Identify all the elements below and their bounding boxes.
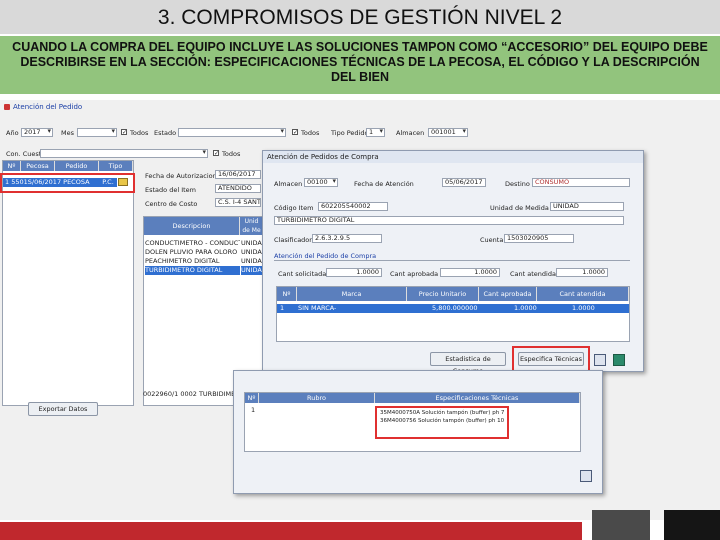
bottom-code: 0022960/1 0002 TURBIDIMETRO bbox=[143, 390, 243, 398]
list-item-unit: UNIDAD bbox=[241, 248, 263, 256]
todos-mes-checkbox[interactable]: ✓ bbox=[121, 129, 127, 136]
con-cuest-select[interactable] bbox=[40, 149, 208, 158]
mes-label: Mes bbox=[61, 129, 74, 137]
highlight-pedido-row bbox=[0, 173, 135, 193]
clasificador-field[interactable]: 2.6.3.2.9.5 bbox=[312, 234, 382, 243]
exit-icon[interactable] bbox=[613, 354, 625, 366]
centro-costo-field[interactable]: C.S. I-4 SANTA bbox=[215, 198, 261, 207]
almacen-label: Almacen bbox=[396, 129, 425, 137]
mes-select[interactable] bbox=[77, 128, 117, 137]
slide-title: 3. COMPROMISOS DE GESTIÓN NIVEL 2 bbox=[0, 0, 720, 34]
window-title-text: Atención del Pedido bbox=[13, 103, 83, 111]
todos-mes-label: Todos bbox=[130, 129, 149, 137]
todos-estado-label: Todos bbox=[301, 129, 320, 137]
almacen-label: Almacen bbox=[274, 180, 303, 188]
grid-header-pecosa[interactable]: Pecosa bbox=[21, 161, 55, 171]
estadistica-consumo-button[interactable]: Estadistica de Consumo bbox=[430, 352, 506, 375]
window-title: Atención del Pedido bbox=[0, 102, 720, 113]
tipo-pedido-label: Tipo Pedido bbox=[331, 129, 369, 137]
items-header-unit[interactable]: Unid de Me bbox=[240, 217, 264, 235]
list-item-unit: UNIDAD bbox=[241, 239, 263, 247]
cant-solicitada-label: Cant solicitada bbox=[278, 270, 327, 278]
slide-subtitle: CUANDO LA COMPRA DEL EQUIPO INCLUYE LAS … bbox=[0, 36, 720, 94]
anio-label: Año bbox=[6, 129, 19, 137]
fecha-autorizacion-label: Fecha de Autorizacion bbox=[145, 172, 217, 180]
spec-row-num: 1 bbox=[251, 406, 256, 414]
spec-header-especificaciones[interactable]: Especificaciones Técnicas bbox=[375, 393, 580, 403]
app-icon bbox=[4, 104, 10, 110]
list-item-unit: UNIDAD bbox=[241, 266, 263, 275]
grid-header-pedido[interactable]: Pedido bbox=[55, 161, 99, 171]
codigo-item-field[interactable]: 602205540002 bbox=[318, 202, 388, 211]
marca-atendida: 1.0000 bbox=[572, 304, 595, 313]
marcas-header-aprobada[interactable]: Cant aprobada bbox=[479, 287, 537, 301]
tipo-pedido-select[interactable]: 1 bbox=[366, 128, 385, 137]
centro-costo-label: Centro de Costo bbox=[145, 200, 198, 208]
marca-name: SIN MARCA- bbox=[298, 304, 337, 313]
almacen-select[interactable]: 00100 bbox=[304, 178, 338, 187]
anio-select[interactable]: 2017 bbox=[21, 128, 53, 137]
unidad-medida-field[interactable]: UNIDAD bbox=[550, 202, 624, 211]
exportar-datos-button[interactable]: Exportar Datos bbox=[28, 402, 98, 416]
marcas-header-marca[interactable]: Marca bbox=[297, 287, 407, 301]
pedidos-grid bbox=[2, 160, 134, 406]
marca-aprobada: 1.0000 bbox=[514, 304, 537, 313]
fecha-atencion-label: Fecha de Atención bbox=[354, 180, 414, 188]
cant-aprobada-label: Cant aprobada bbox=[390, 270, 439, 278]
estado-item-label: Estado del Item bbox=[145, 186, 196, 194]
section-label: Atención del Pedido de Compra bbox=[274, 252, 377, 260]
cuenta-label: Cuenta bbox=[480, 236, 504, 244]
clasificador-label: Clasificador bbox=[274, 236, 312, 244]
footer-bar bbox=[0, 522, 582, 540]
fecha-atencion-field[interactable]: 05/06/2017 bbox=[442, 178, 486, 187]
codigo-item-label: Código Item bbox=[274, 204, 314, 212]
descripcion-field[interactable]: TURBIDIMETRO DIGITAL bbox=[274, 216, 624, 225]
list-item[interactable]: CONDUCTIMETRO - CONDUCTIMETRO bbox=[145, 239, 240, 248]
todos-cuest-label: Todos bbox=[222, 150, 241, 158]
cuenta-field[interactable]: 1503020905 bbox=[504, 234, 574, 243]
app-screenshot: Atención del Pedido Año 2017 Mes ✓ Todos… bbox=[0, 100, 720, 520]
destino-field[interactable]: CONSUMO bbox=[532, 178, 630, 187]
marcas-header-num[interactable]: Nº bbox=[277, 287, 297, 301]
grid-header-num[interactable]: Nº bbox=[3, 161, 21, 171]
cant-atendida-label: Cant atendida bbox=[510, 270, 556, 278]
list-item[interactable]: PEACHIMETRO DIGITAL bbox=[145, 257, 240, 266]
list-item-unit: UNIDAD bbox=[241, 257, 263, 265]
cant-aprobada-field[interactable]: 1.0000 bbox=[440, 268, 500, 277]
unidad-medida-label: Unidad de Medida bbox=[490, 204, 549, 212]
items-header-desc[interactable]: Descripcion bbox=[144, 217, 240, 235]
con-cuest-label: Con. Cuest bbox=[6, 150, 42, 158]
exit-icon[interactable] bbox=[580, 470, 592, 482]
marcas-header-atendida[interactable]: Cant atendida bbox=[537, 287, 629, 301]
list-item[interactable]: DOLEN PLUVIO PARA OLORO bbox=[145, 248, 240, 257]
fecha-autorizacion-field[interactable]: 16/06/2017 bbox=[215, 170, 261, 179]
grid-header-tipo[interactable]: Tipo bbox=[99, 161, 133, 171]
spec-header-rubro[interactable]: Rubro bbox=[259, 393, 375, 403]
destino-label: Destino bbox=[505, 180, 530, 188]
marcas-header-precio[interactable]: Precio Unitario bbox=[407, 287, 479, 301]
dialog-title: Atención de Pedidos de Compra bbox=[263, 151, 643, 163]
todos-cuest-checkbox[interactable]: ✓ bbox=[213, 150, 219, 157]
spec-header-num[interactable]: Nº bbox=[245, 393, 259, 403]
footer-block bbox=[664, 510, 720, 540]
estado-label: Estado bbox=[154, 129, 177, 137]
highlight-especificaciones bbox=[375, 406, 509, 439]
cant-atendida-field[interactable]: 1.0000 bbox=[556, 268, 608, 277]
todos-estado-checkbox[interactable]: ✓ bbox=[292, 129, 298, 136]
marca-precio: 5,800.000000 bbox=[432, 304, 478, 313]
save-icon[interactable] bbox=[594, 354, 606, 366]
estado-select[interactable] bbox=[178, 128, 286, 137]
cant-solicitada-field[interactable]: 1.0000 bbox=[326, 268, 382, 277]
footer-block bbox=[592, 510, 650, 540]
marca-num: 1 bbox=[280, 304, 285, 313]
almacen-select[interactable]: 001001 bbox=[428, 128, 468, 137]
section-divider bbox=[274, 260, 630, 261]
estado-item-field[interactable]: ATENDIDO bbox=[215, 184, 261, 193]
list-item-selected[interactable]: TURBIDIMETRO DIGITAL bbox=[145, 266, 240, 275]
